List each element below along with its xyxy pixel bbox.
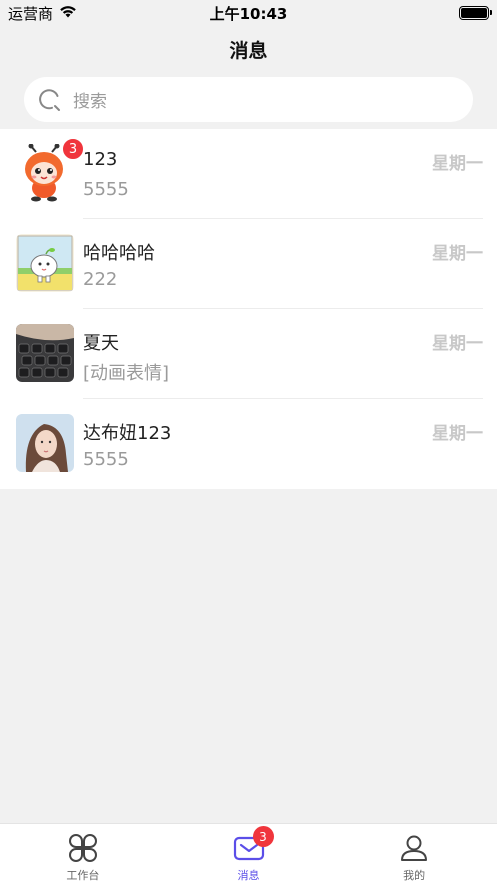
tab-unread-badge: 3 (252, 826, 274, 847)
tab-label: 我的 (403, 869, 426, 882)
conversation-time: 星期一 (432, 334, 483, 354)
conversation-time: 星期一 (432, 154, 483, 174)
conversation-time: 星期一 (432, 424, 483, 444)
conversation-last-message: [动画表情] (83, 363, 170, 384)
search-icon (37, 87, 63, 113)
conversation-item[interactable]: 达布妞123 5555 星期一 (0, 399, 497, 489)
conversation-time: 星期一 (432, 244, 483, 264)
carrier-label: 运营商 (8, 4, 54, 23)
workbench-icon (67, 832, 99, 863)
status-left: 运营商 (8, 3, 77, 24)
keyboard-photo-avatar (16, 324, 74, 382)
conversation-list: 3 123 5555 星期一 哈哈哈哈 222 星期一 夏天 [动画表情] 星期… (0, 129, 497, 489)
tab-messages[interactable]: 3 消息 (166, 824, 332, 883)
status-bar: 运营商 上午10:43 (0, 0, 497, 26)
wifi-icon (59, 4, 77, 22)
tab-profile[interactable]: 我的 (331, 824, 497, 883)
conversation-last-message: 5555 (83, 449, 129, 470)
tab-label: 消息 (237, 869, 260, 882)
conversation-item[interactable]: 夏天 [动画表情] 星期一 (0, 309, 497, 399)
conversation-name: 哈哈哈哈 (83, 243, 155, 264)
mail-icon: 3 (233, 826, 274, 863)
search-placeholder: 搜索 (73, 92, 107, 112)
user-icon (398, 832, 430, 863)
conversation-item[interactable]: 3 123 5555 星期一 (0, 129, 497, 219)
conversation-name: 夏天 (83, 333, 119, 354)
portrait-photo-avatar (16, 414, 74, 472)
conversation-last-message: 5555 (83, 179, 129, 200)
tab-workbench[interactable]: 工作台 (0, 824, 166, 883)
tab-bar: 工作台 3 消息 我的 (0, 823, 497, 883)
cartoon-field-avatar (16, 234, 74, 292)
conversation-name: 达布妞123 (83, 423, 172, 444)
battery-icon (459, 6, 492, 20)
search-bar[interactable]: 搜索 (24, 77, 473, 122)
page-title: 消息 (229, 40, 268, 62)
conversation-name: 123 (83, 149, 118, 170)
unread-badge: 3 (62, 138, 84, 160)
tab-label: 工作台 (66, 869, 100, 882)
conversation-last-message: 222 (83, 269, 118, 290)
conversation-item[interactable]: 哈哈哈哈 222 星期一 (0, 219, 497, 309)
